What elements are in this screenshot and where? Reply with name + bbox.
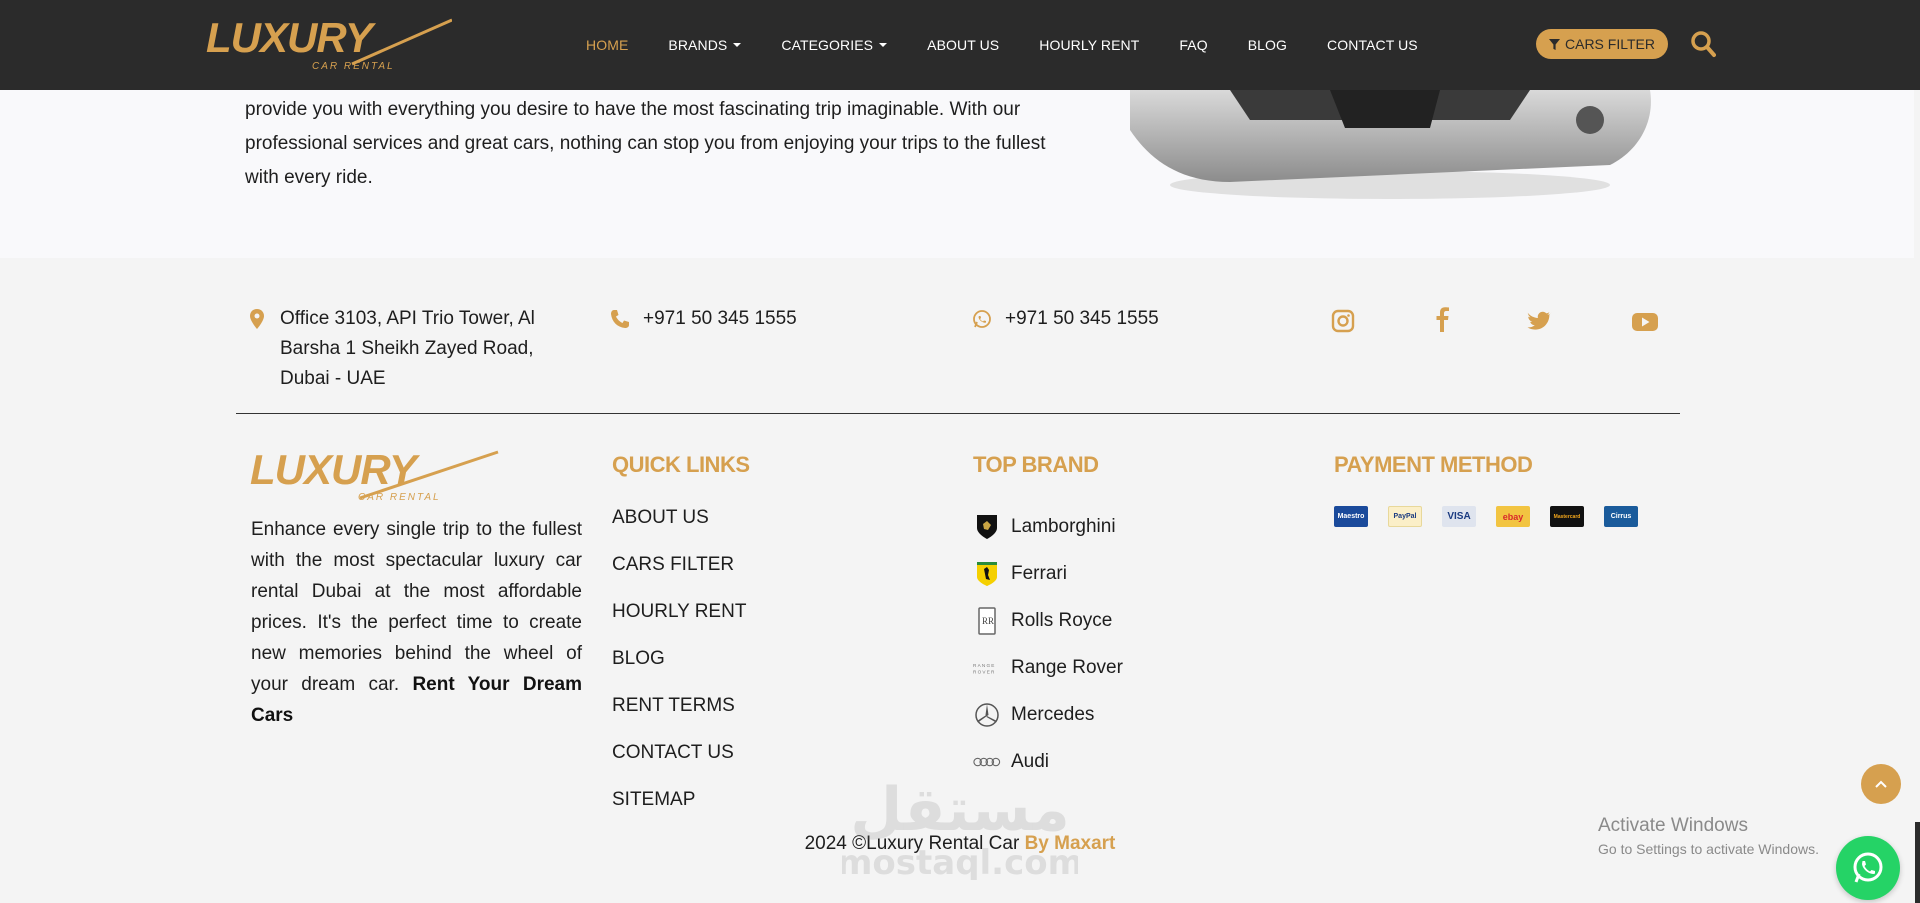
mastercard-card-icon: Mastercard: [1550, 506, 1584, 527]
brand-label: Range Rover: [1011, 656, 1123, 678]
instagram-icon[interactable]: [1330, 308, 1356, 334]
brand-label: Mercedes: [1011, 703, 1095, 725]
address: Office 3103, API Trio Tower, Al Barsha 1…: [246, 304, 566, 394]
payment-methods: Maestro PayPal VISA ebay Mastercard Cirr…: [1334, 506, 1638, 527]
youtube-icon[interactable]: [1631, 309, 1659, 335]
windows-activation-notice: Activate Windows Go to Settings to activ…: [1598, 815, 1819, 857]
svg-text:CAR RENTAL: CAR RENTAL: [358, 492, 441, 502]
chevron-up-icon: [1875, 780, 1887, 788]
quick-link-contact-us[interactable]: CONTACT US: [612, 738, 746, 785]
windows-activation-subtitle: Go to Settings to activate Windows.: [1598, 841, 1819, 857]
svg-text:RR: RR: [982, 616, 994, 626]
rolls-royce-logo-icon: RR: [973, 606, 1001, 635]
brand-label: Ferrari: [1011, 562, 1067, 584]
windows-activation-title: Activate Windows: [1598, 815, 1748, 836]
phone-icon: [609, 304, 631, 334]
nav-home[interactable]: HOME: [586, 37, 628, 53]
filter-icon: [1549, 38, 1560, 50]
site-header: LUXURY CAR RENTAL HOME BRANDS CATEGORIES…: [0, 0, 1920, 90]
scroll-to-top-button[interactable]: [1861, 764, 1901, 804]
whatsapp[interactable]: +971 50 345 1555: [971, 304, 1159, 334]
svg-text:مستقل: مستقل: [850, 775, 1069, 845]
brand-label: Lamborghini: [1011, 515, 1116, 537]
lamborghini-logo-icon: [973, 513, 1001, 541]
ferrari-logo-icon: [973, 560, 1001, 588]
nav-blog[interactable]: BLOG: [1248, 37, 1287, 53]
brand-mercedes[interactable]: Mercedes: [973, 691, 1123, 738]
quick-link-cars-filter[interactable]: CARS FILTER: [612, 550, 746, 597]
whatsapp-icon: [1853, 852, 1883, 883]
svg-text:mostaql.com: mostaql.com: [842, 843, 1078, 880]
cars-filter-label: CARS FILTER: [1565, 36, 1655, 52]
nav-hourly-rent[interactable]: HOURLY RENT: [1039, 37, 1139, 53]
phone-text: +971 50 345 1555: [643, 308, 797, 329]
paypal-card-icon: PayPal: [1388, 506, 1422, 527]
quick-link-rent-terms[interactable]: RENT TERMS: [612, 691, 746, 738]
car-image: [1130, 90, 1651, 199]
about-paragraph: provide you with everything you desire t…: [245, 99, 1046, 188]
twitter-icon[interactable]: [1527, 308, 1553, 334]
nav-categories[interactable]: CATEGORIES: [781, 37, 888, 53]
top-brand-title: TOP BRAND: [973, 452, 1099, 477]
search-icon[interactable]: [1690, 30, 1716, 58]
address-text: Office 3103, API Trio Tower, Al Barsha 1…: [280, 308, 535, 389]
whatsapp-icon: [971, 304, 993, 334]
logo[interactable]: LUXURY CAR RENTAL: [202, 16, 452, 72]
brand-range-rover[interactable]: RANGE ROVER Range Rover: [973, 644, 1123, 691]
whatsapp-text: +971 50 345 1555: [1005, 308, 1159, 329]
quick-link-about-us[interactable]: ABOUT US: [612, 503, 746, 550]
brand-lamborghini[interactable]: Lamborghini: [973, 503, 1123, 550]
nav-brands[interactable]: BRANDS: [668, 37, 742, 53]
whatsapp-chat-button[interactable]: [1836, 836, 1900, 900]
caret-down-icon: [879, 43, 888, 47]
map-pin-icon: [246, 304, 268, 334]
svg-text:ROVER: ROVER: [973, 669, 996, 674]
phone[interactable]: +971 50 345 1555: [609, 304, 797, 334]
payment-method-title: PAYMENT METHOD: [1334, 452, 1533, 477]
quick-links: ABOUT US CARS FILTER HOURLY RENT BLOG RE…: [612, 503, 746, 832]
scrollbar-thumb[interactable]: [1915, 822, 1920, 903]
brand-label: Rolls Royce: [1011, 609, 1113, 631]
svg-text:CAR RENTAL: CAR RENTAL: [312, 61, 395, 72]
about-section: provide you with everything you desire t…: [0, 90, 1920, 258]
contact-row: Office 3103, API Trio Tower, Al Barsha 1…: [0, 258, 1920, 413]
nav-about-us[interactable]: ABOUT US: [927, 37, 999, 53]
footer-description: Enhance every single trip to the fullest…: [251, 519, 582, 726]
quick-links-title: QUICK LINKS: [612, 452, 750, 477]
visa-card-icon: VISA: [1442, 506, 1476, 527]
facebook-icon[interactable]: [1429, 306, 1455, 332]
quick-link-blog[interactable]: BLOG: [612, 644, 746, 691]
quick-link-sitemap[interactable]: SITEMAP: [612, 785, 746, 832]
quick-link-hourly-rent[interactable]: HOURLY RENT: [612, 597, 746, 644]
ebay-card-icon: ebay: [1496, 506, 1530, 527]
maestro-card-icon: Maestro: [1334, 506, 1368, 527]
footer-logo[interactable]: LUXURY CAR RENTAL: [250, 450, 500, 502]
cirrus-card-icon: Cirrus: [1604, 506, 1638, 527]
svg-text:LUXURY: LUXURY: [206, 16, 377, 61]
caret-down-icon: [733, 43, 742, 47]
mercedes-logo-icon: [973, 701, 1001, 729]
mostaql-watermark: مستقل mostaql.com: [842, 775, 1078, 880]
top-brands: Lamborghini Ferrari RR Rolls Royce RANGE…: [973, 503, 1123, 785]
cars-filter-button[interactable]: CARS FILTER: [1536, 29, 1668, 59]
nav-faq[interactable]: FAQ: [1179, 37, 1207, 53]
range-rover-logo-icon: RANGE ROVER: [973, 654, 1001, 682]
nav-contact-us[interactable]: CONTACT US: [1327, 37, 1418, 53]
main-nav: HOME BRANDS CATEGORIES ABOUT US HOURLY R…: [586, 0, 1458, 90]
scrollbar-track[interactable]: [1914, 0, 1920, 903]
brand-ferrari[interactable]: Ferrari: [973, 550, 1123, 597]
divider: [236, 413, 1680, 414]
svg-text:RANGE: RANGE: [973, 663, 996, 668]
brand-rolls-royce[interactable]: RR Rolls Royce: [973, 597, 1123, 644]
